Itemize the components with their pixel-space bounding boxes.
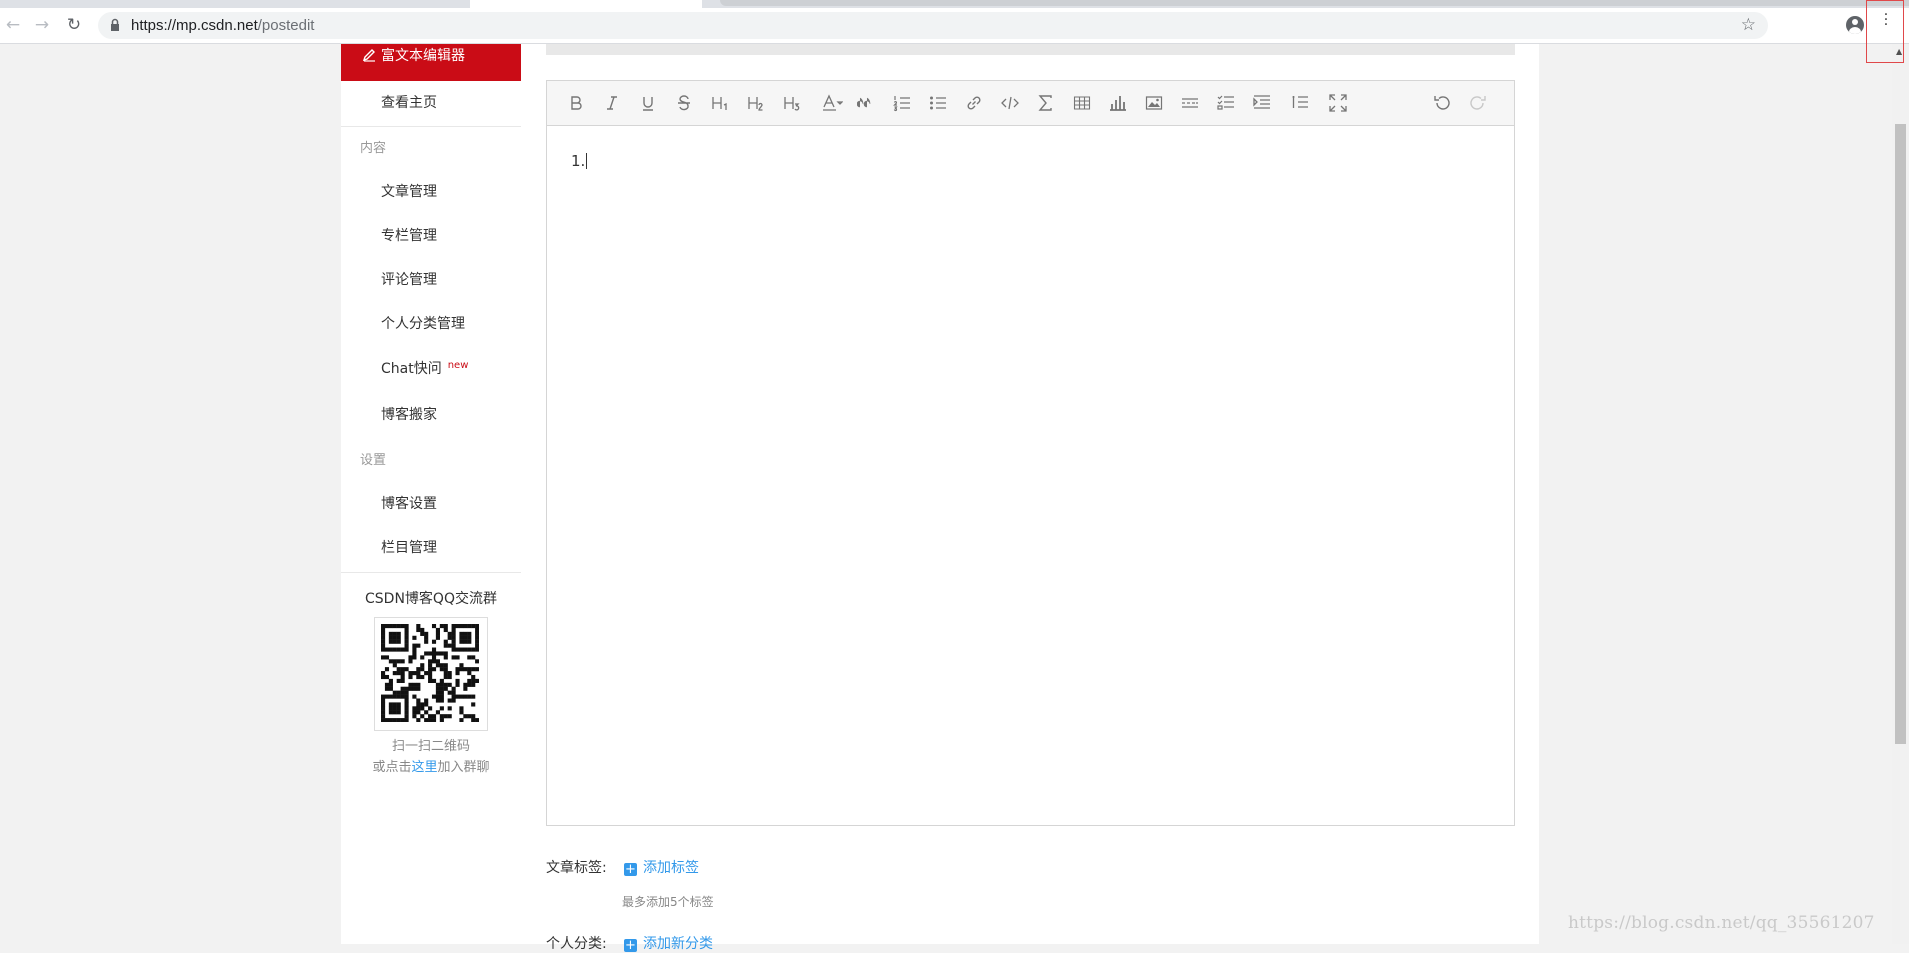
sidebar-item-column-manage[interactable]: 栏目管理	[381, 538, 437, 558]
join-group-link[interactable]: 这里	[411, 760, 437, 775]
horizontal-rule-icon[interactable]	[1177, 91, 1203, 115]
code-icon[interactable]	[997, 91, 1023, 115]
font-color-icon[interactable]	[817, 91, 843, 115]
bold-icon[interactable]	[563, 91, 589, 115]
sidebar-divider	[341, 126, 521, 127]
text-caret	[586, 153, 588, 169]
sidebar-item-comments[interactable]: 评论管理	[381, 270, 437, 290]
forward-arrow-icon[interactable]: →	[29, 12, 55, 38]
sidebar-item-label: Chat快问	[381, 361, 442, 377]
sidebar-item-blog-settings[interactable]: 博客设置	[381, 494, 437, 514]
plus-icon: +	[624, 938, 637, 953]
ordered-list-icon[interactable]	[889, 91, 915, 115]
browser-toolbar: ← → ↻ https://mp.csdn.net/postedit ☆	[0, 8, 1909, 44]
title-area-edge	[546, 44, 1515, 55]
undo-icon[interactable]	[1429, 91, 1455, 115]
rich-text-editor: 1.	[546, 80, 1515, 826]
editor-toolbar	[547, 81, 1514, 126]
editor-content-area[interactable]: 1.	[571, 151, 588, 171]
indent-icon[interactable]	[1249, 91, 1275, 115]
sidebar-item-categories[interactable]: 个人分类管理	[381, 314, 465, 334]
sidebar-item-blog-move[interactable]: 博客搬家	[381, 405, 437, 425]
table-icon[interactable]	[1069, 91, 1095, 115]
todo-list-icon[interactable]	[1213, 91, 1239, 115]
browser-tabstrip	[0, 0, 1909, 8]
add-tag-button[interactable]: + 添加标签	[624, 857, 699, 877]
page-scrollbar[interactable]: ▲	[1892, 44, 1909, 944]
heading1-icon[interactable]	[707, 91, 733, 115]
browser-tab[interactable]	[470, 0, 702, 8]
line-number-icon[interactable]	[1287, 91, 1313, 115]
more-vertical-icon[interactable]: · · ·	[1876, 8, 1896, 32]
link-icon[interactable]	[961, 91, 987, 115]
url-text[interactable]: https://mp.csdn.net/postedit	[131, 16, 314, 35]
heading3-icon[interactable]	[779, 91, 805, 115]
sidebar-item-articles[interactable]: 文章管理	[381, 182, 437, 202]
image-icon[interactable]	[1141, 91, 1167, 115]
italic-icon[interactable]	[599, 91, 625, 115]
sidebar-group-settings: 设置	[360, 453, 387, 468]
browser-tab-active[interactable]	[720, 0, 1909, 6]
tags-hint: 最多添加5个标签	[622, 895, 714, 909]
qr-tip-line: 或点击这里加入群聊	[372, 760, 490, 775]
category-label: 个人分类:	[546, 936, 607, 952]
redo-icon[interactable]	[1465, 91, 1491, 115]
sidebar-item-rich-editor[interactable]: 富文本编辑器	[341, 44, 521, 81]
browser-menu-button[interactable]: · · ·	[1866, 0, 1904, 63]
fullscreen-icon[interactable]	[1325, 91, 1351, 115]
sidebar-divider	[341, 572, 521, 573]
chart-icon[interactable]	[1105, 91, 1131, 115]
quote-icon[interactable]	[853, 91, 879, 115]
sidebar: 富文本编辑器 查看主页 内容 文章管理 专栏管理 评论管理 个人分类管理 Cha…	[341, 44, 521, 944]
editor-text: 1.	[571, 152, 586, 170]
new-badge: new	[447, 360, 469, 371]
sidebar-item-label: 富文本编辑器	[381, 48, 465, 64]
qr-code-image	[374, 617, 488, 731]
sidebar-item-view-home[interactable]: 查看主页	[381, 93, 437, 113]
account-icon[interactable]	[1846, 16, 1864, 34]
sidebar-item-columns[interactable]: 专栏管理	[381, 226, 437, 246]
underline-icon[interactable]	[635, 91, 661, 115]
back-arrow-icon[interactable]: ←	[0, 12, 26, 38]
sidebar-item-chat[interactable]: Chat快问 new	[381, 359, 468, 381]
sidebar-group-content: 内容	[360, 141, 387, 156]
address-bar[interactable]: https://mp.csdn.net/postedit ☆	[98, 12, 1768, 39]
heading2-icon[interactable]	[743, 91, 769, 115]
add-category-button[interactable]: + 添加新分类	[624, 933, 713, 953]
qq-group-title: CSDN博客QQ交流群	[365, 591, 497, 607]
formula-icon[interactable]	[1033, 91, 1059, 115]
main-content: 1. 文章标签: + 添加标签 最多添加5个标签 个人分类: + 添加新分类	[521, 44, 1539, 952]
tags-label: 文章标签:	[546, 860, 607, 876]
reload-icon[interactable]: ↻	[61, 12, 87, 38]
pen-icon	[363, 49, 375, 62]
strikethrough-icon[interactable]	[671, 91, 697, 115]
watermark-text: https://blog.csdn.net/qq_35561207	[1568, 913, 1875, 933]
lock-icon	[111, 18, 119, 31]
qr-tip-line: 扫一扫二维码	[391, 739, 470, 754]
scrollbar-thumb[interactable]	[1895, 124, 1906, 744]
bookmark-star-icon[interactable]: ☆	[1741, 15, 1756, 35]
plus-icon: +	[624, 862, 637, 877]
unordered-list-icon[interactable]	[925, 91, 951, 115]
